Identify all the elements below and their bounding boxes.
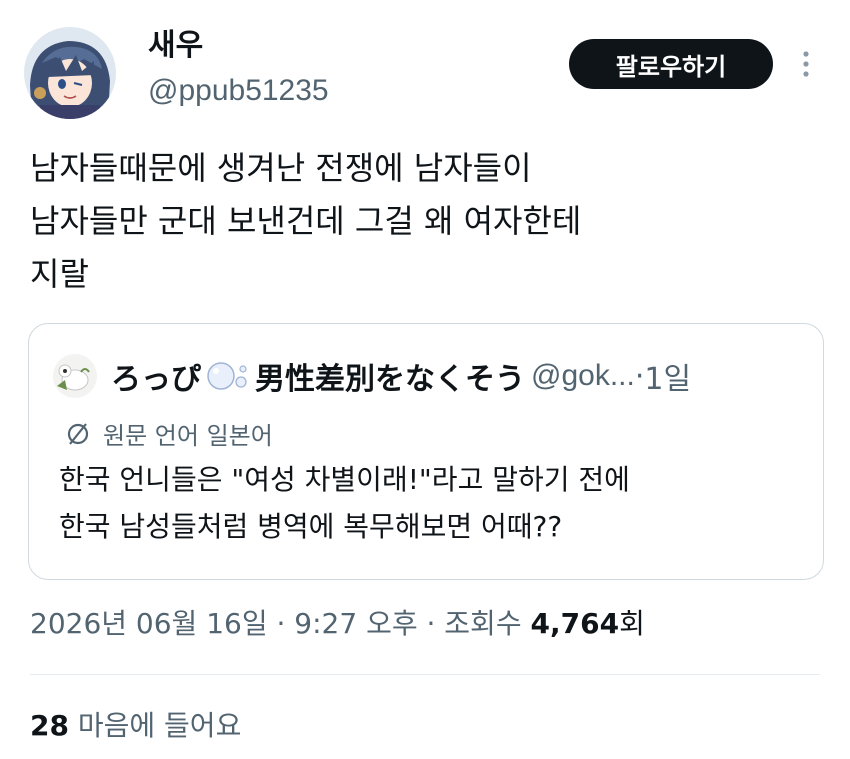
author-avatar[interactable]: [24, 27, 116, 119]
quoted-text-line: 한국 언니들은 "여성 차별이래!"라고 말하기 전에: [59, 463, 630, 496]
tweet-metadata: 2026년 06월 16일 · 9:27 오후 · 조회수 4,764회: [30, 602, 645, 642]
follow-button[interactable]: 팔로우하기: [569, 39, 773, 89]
quoted-author-handle: @gok...: [531, 359, 635, 392]
author-name[interactable]: 새우: [148, 20, 203, 64]
quoted-author-name-part1: ろっぴ: [111, 362, 201, 397]
bubbles-emoji-icon: [203, 359, 253, 393]
tweet-datetime[interactable]: 2026년 06월 16일 · 9:27 오후 · 조회수: [30, 607, 530, 640]
views-count: 4,764: [530, 607, 620, 640]
tweet-text-line: 남자들만 군대 보낸건데 그걸 왜 여자한테: [30, 202, 582, 240]
quoted-text-line: 한국 남성들처럼 병역에 복무해보면 어때??: [59, 510, 563, 543]
tweet-text: 남자들때문에 생겨난 전쟁에 남자들이 남자들만 군대 보낸건데 그걸 왜 여자…: [30, 142, 830, 301]
separator-dot: ·: [634, 358, 645, 394]
quoted-author-avatar: [53, 354, 97, 398]
language-note-text: 원문 언어 일본어: [103, 422, 273, 450]
tweet-text-line: 지랄: [30, 255, 89, 293]
more-options-icon[interactable]: [796, 44, 816, 84]
likes-stat[interactable]: 28 마음에 들어요: [30, 704, 241, 744]
quoted-tweet-header: ろっぴ 男性差別をなくそう @gok... · 1일: [111, 354, 691, 398]
quoted-author-name-part2: 男性差別をなくそう: [255, 362, 525, 397]
original-language-note: 원문 언어 일본어: [65, 416, 273, 451]
likes-count: 28: [30, 709, 69, 742]
likes-label: 마음에 들어요: [68, 709, 242, 742]
tweet-text-line: 남자들때문에 생겨난 전쟁에 남자들이: [30, 149, 532, 187]
author-handle[interactable]: @ppub51235: [148, 74, 329, 108]
quoted-tweet-card[interactable]: ろっぴ 男性差別をなくそう @gok... · 1일 원문 언어 일본어 한국 …: [28, 323, 824, 580]
quoted-tweet-text: 한국 언니들은 "여성 차별이래!"라고 말하기 전에 한국 남성들처럼 병역에…: [59, 456, 630, 550]
translate-slash-icon: [67, 422, 89, 445]
views-unit: 회: [619, 607, 645, 640]
divider: [30, 674, 820, 675]
quoted-tweet-date: 1일: [644, 362, 692, 397]
